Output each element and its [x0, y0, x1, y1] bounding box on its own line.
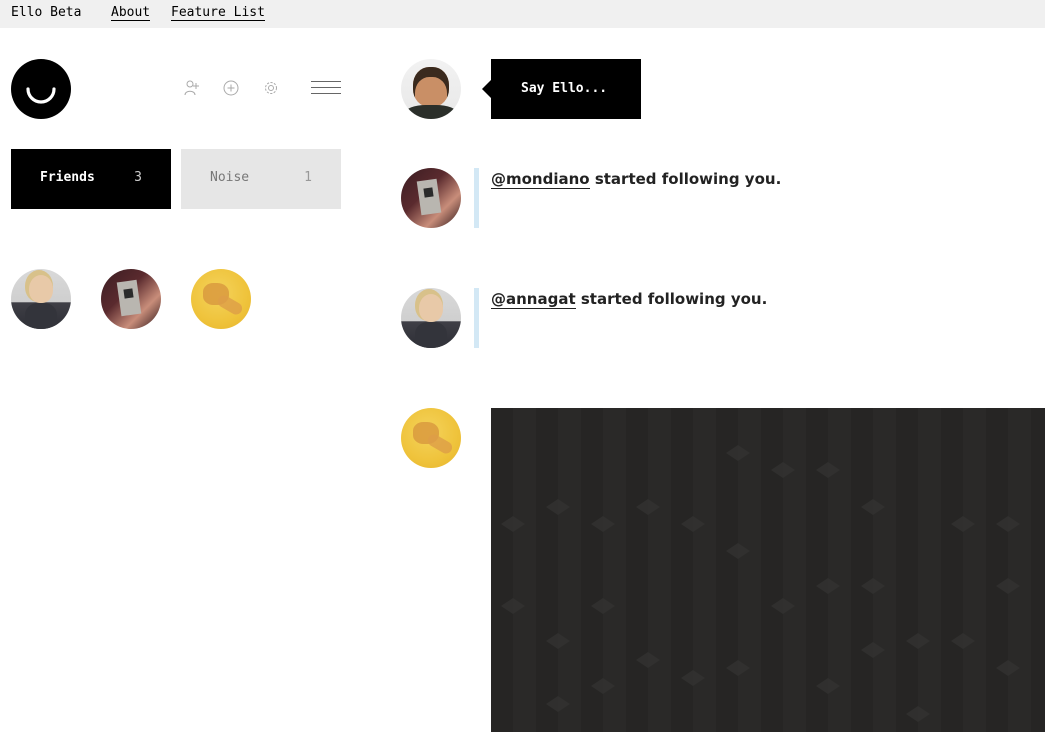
friend-avatar-mondiano[interactable] [101, 269, 161, 329]
say-ello-placeholder: Say Ello... [521, 81, 608, 96]
tab-friends-label: Friends [40, 170, 95, 185]
current-user-avatar[interactable] [401, 59, 461, 119]
notification-text: started following you. [575, 290, 768, 308]
hamburger-menu-icon[interactable] [311, 81, 341, 95]
tab-noise-count: 1 [304, 170, 312, 185]
settings-gear-icon[interactable] [261, 78, 281, 98]
notification-text: started following you. [589, 170, 782, 188]
ello-logo[interactable] [11, 59, 71, 119]
notification-indicator-bar [474, 288, 479, 348]
notification-avatar-mondiano[interactable] [401, 168, 461, 228]
tab-friends[interactable]: Friends 3 [11, 149, 171, 209]
tab-friends-count: 3 [134, 170, 142, 185]
top-nav-bar: Ello Beta About Feature List [0, 0, 1045, 28]
friend-avatar-annagat[interactable] [11, 269, 71, 329]
nav-link-about[interactable]: About [111, 5, 151, 21]
post-image[interactable] [491, 408, 1045, 732]
new-post-icon[interactable] [221, 78, 241, 98]
add-friend-icon[interactable] [181, 78, 201, 98]
friend-avatar-fist[interactable] [191, 269, 251, 329]
notification-avatar-annagat[interactable] [401, 288, 461, 348]
say-ello-composer[interactable]: Say Ello... [482, 59, 641, 119]
notification-follow-mondiano: @mondiano started following you. [491, 170, 782, 189]
tab-noise-label: Noise [210, 170, 250, 185]
notification-indicator-bar [474, 168, 479, 228]
brand-label[interactable]: Ello Beta [11, 5, 81, 20]
tab-noise[interactable]: Noise 1 [181, 149, 341, 209]
nav-link-feature-list[interactable]: Feature List [171, 5, 265, 21]
user-link-mondiano[interactable]: @mondiano [491, 170, 590, 189]
user-link-annagat[interactable]: @annagat [491, 290, 576, 309]
notification-follow-annagat: @annagat started following you. [491, 290, 768, 309]
post-author-avatar[interactable] [401, 408, 461, 468]
